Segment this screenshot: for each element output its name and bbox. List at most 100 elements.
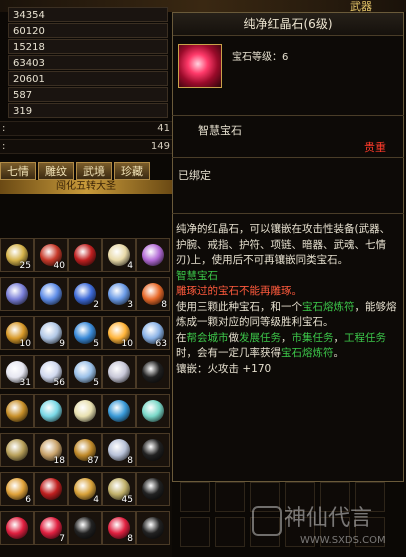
desc-text: 做 xyxy=(228,331,240,344)
desc-text: ， xyxy=(281,331,292,344)
inventory-slot[interactable]: 3 xyxy=(102,277,136,311)
stat-bar-value: 149 xyxy=(150,141,170,152)
tab-wujing[interactable]: 武境 xyxy=(76,162,112,180)
desc-link-project-task[interactable]: 工程任务 xyxy=(344,332,386,344)
item-count: 8 xyxy=(161,300,167,310)
item-icon xyxy=(108,400,130,422)
inventory-slot[interactable]: 8 xyxy=(102,511,136,545)
inventory-slot[interactable]: 8 xyxy=(102,433,136,467)
item-icon xyxy=(6,439,28,461)
item-icon xyxy=(6,400,28,422)
inventory-slot[interactable]: 7 xyxy=(34,511,68,545)
inventory-slot[interactable]: 9 xyxy=(34,316,68,350)
desc-text: 时，会有一定几率获得 xyxy=(176,347,281,359)
inventory-slot[interactable] xyxy=(0,511,34,545)
red-gem-icon xyxy=(178,44,222,88)
item-icon xyxy=(74,400,96,422)
item-count: 7 xyxy=(59,534,65,544)
item-icon xyxy=(142,244,164,266)
inventory-slot[interactable]: 45 xyxy=(102,472,136,506)
desc-text: 。 xyxy=(333,347,345,359)
empty-slot[interactable] xyxy=(215,517,245,547)
item-count: 40 xyxy=(53,261,65,271)
inventory-slot[interactable] xyxy=(0,394,34,428)
desc-link-market-task[interactable]: 市集任务 xyxy=(292,332,334,344)
stat-value: 15218 xyxy=(8,39,168,54)
inventory-slot[interactable] xyxy=(0,277,34,311)
item-count: 18 xyxy=(53,456,65,466)
inventory-slot[interactable]: 10 xyxy=(102,316,136,350)
item-icon xyxy=(6,517,28,539)
inventory-slot[interactable] xyxy=(34,277,68,311)
inventory-slot[interactable] xyxy=(34,472,68,506)
inventory-grid: 25 40 4 2 3 8 10 9 5 10 63 31 56 5 18 87 8 6 4 45 7 8 xyxy=(0,238,172,557)
inventory-slot[interactable]: 6 xyxy=(0,472,34,506)
inventory-slot[interactable] xyxy=(136,355,170,389)
inventory-slot[interactable]: 5 xyxy=(68,316,102,350)
watermark-logo-icon xyxy=(252,506,282,536)
inventory-slot[interactable]: 10 xyxy=(0,316,34,350)
stat-value: 34354 xyxy=(8,7,168,22)
title-banner: 闯化五转大圣 xyxy=(0,180,172,194)
inventory-slot[interactable] xyxy=(136,238,170,272)
item-icon xyxy=(74,244,96,266)
inventory-slot[interactable]: 40 xyxy=(34,238,68,272)
item-count: 4 xyxy=(93,495,99,505)
inventory-slot[interactable] xyxy=(102,394,136,428)
inventory-slot[interactable]: 8 xyxy=(136,277,170,311)
item-count: 6 xyxy=(25,495,31,505)
inventory-slot[interactable] xyxy=(68,511,102,545)
tab-diaowen[interactable]: 雕纹 xyxy=(38,162,74,180)
item-count: 31 xyxy=(19,378,31,388)
inventory-slot[interactable]: 4 xyxy=(68,472,102,506)
item-icon xyxy=(40,283,62,305)
item-icon xyxy=(108,361,130,383)
desc-link-smelt-charm[interactable]: 宝石熔炼符 xyxy=(281,347,334,359)
item-description: 纯净的红晶石，可以镶嵌在攻击性装备(武器、护腕、戒指、护符、项链、暗器、武魂、七… xyxy=(176,222,400,377)
inventory-slot[interactable] xyxy=(68,394,102,428)
inventory-slot[interactable]: 2 xyxy=(68,277,102,311)
empty-slot[interactable] xyxy=(180,517,210,547)
divider xyxy=(172,157,404,158)
stat-bar: : 41 xyxy=(0,121,172,136)
inventory-slot[interactable] xyxy=(0,433,34,467)
inventory-slot[interactable]: 87 xyxy=(68,433,102,467)
inventory-slot[interactable]: 4 xyxy=(102,238,136,272)
item-count: 63 xyxy=(155,339,167,349)
inventory-slot[interactable] xyxy=(136,472,170,506)
inventory-slot[interactable]: 63 xyxy=(136,316,170,350)
inventory-slot[interactable]: 56 xyxy=(34,355,68,389)
item-count: 9 xyxy=(59,339,65,349)
item-icon xyxy=(142,361,164,383)
inventory-slot[interactable] xyxy=(136,433,170,467)
stat-bar: : 149 xyxy=(0,139,172,154)
desc-link-guild-city[interactable]: 帮会城市 xyxy=(187,332,229,344)
bound-status: 已绑定 xyxy=(178,169,211,182)
tab-qiqing[interactable]: 七情 xyxy=(0,162,36,180)
item-count: 45 xyxy=(121,495,133,505)
inventory-slot[interactable]: 5 xyxy=(68,355,102,389)
inventory-slot[interactable] xyxy=(136,394,170,428)
desc-para: 使用三颗此种宝石，和一个宝石熔炼符，能够熔炼成一颗对应的同等级胜利宝石。 xyxy=(176,300,400,331)
tab-zhencang[interactable]: 珍藏 xyxy=(114,162,150,180)
inventory-slot[interactable] xyxy=(34,394,68,428)
desc-text: ， xyxy=(333,331,345,344)
inventory-slot[interactable]: 25 xyxy=(0,238,34,272)
inventory-slot[interactable] xyxy=(102,355,136,389)
inventory-slot[interactable] xyxy=(68,238,102,272)
inventory-slot[interactable] xyxy=(136,511,170,545)
item-count: 5 xyxy=(93,339,99,349)
inventory-slot[interactable]: 31 xyxy=(0,355,34,389)
gem-category: 智慧宝石 xyxy=(198,124,242,137)
inventory-slot[interactable]: 18 xyxy=(34,433,68,467)
price-badge: 贵重 xyxy=(364,141,386,154)
item-count: 56 xyxy=(53,378,65,388)
empty-slot[interactable] xyxy=(215,482,245,512)
item-icon xyxy=(40,478,62,500)
stat-value: 60120 xyxy=(8,23,168,38)
desc-link-smelt-charm[interactable]: 宝石熔炼符 xyxy=(302,301,355,313)
item-count: 8 xyxy=(127,534,133,544)
stat-bar-prefix: : xyxy=(2,141,6,152)
empty-slot[interactable] xyxy=(180,482,210,512)
desc-link-dev-task[interactable]: 发展任务 xyxy=(239,332,281,344)
